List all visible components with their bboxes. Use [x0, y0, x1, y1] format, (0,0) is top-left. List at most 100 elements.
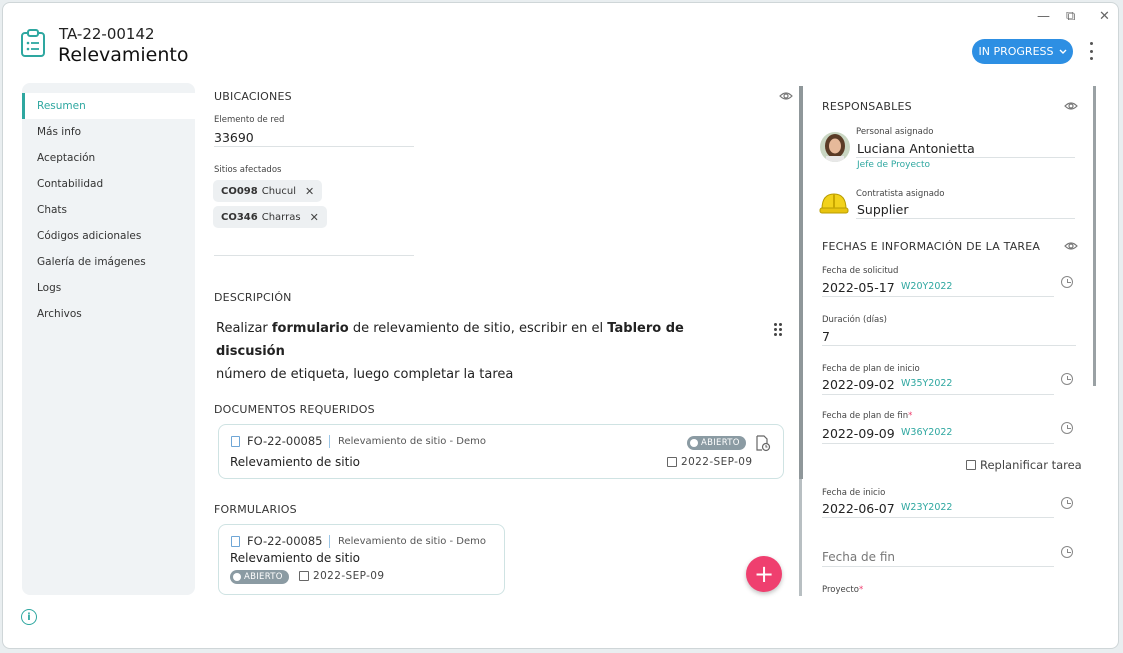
site-chip: CO098 Chucul ✕ [213, 180, 323, 202]
clock-icon[interactable] [1061, 373, 1073, 385]
remove-chip-icon[interactable]: ✕ [305, 185, 314, 198]
eye-icon[interactable] [1064, 241, 1078, 251]
task-code: TA-22-00142 [59, 25, 155, 43]
elemento-red-label: Elemento de red [214, 115, 285, 125]
section-title-documentos: DOCUMENTOS REQUERIDOS [214, 403, 375, 416]
clock-icon[interactable] [1061, 497, 1073, 509]
personal-role: Jefe de Proyecto [857, 160, 930, 170]
plan-inicio-label: Fecha de plan de inicio [822, 364, 920, 374]
sidebar-item-logs[interactable]: Logs [22, 275, 195, 301]
field-underline [214, 146, 414, 147]
clock-icon[interactable] [1061, 546, 1073, 558]
description-text[interactable]: Realizar formulario de relevamiento de s… [216, 317, 746, 386]
plan-fin-value[interactable]: 2022-09-09 [822, 426, 895, 441]
site-name: Chucul [261, 185, 296, 197]
form-name: Relevamiento de sitio [230, 551, 361, 565]
plan-inicio-week: W35Y2022 [901, 378, 953, 389]
fecha-fin-input[interactable]: Fecha de fin [822, 550, 895, 564]
solicitud-label: Fecha de solicitud [822, 266, 899, 276]
clipboard-icon [21, 29, 45, 57]
more-options-icon[interactable] [1087, 42, 1095, 60]
section-title-responsables: RESPONSABLES [822, 100, 912, 113]
eye-icon[interactable] [779, 91, 793, 101]
sidebar-item-mas-info[interactable]: Más info [22, 119, 195, 145]
contratista-label: Contratista asignado [856, 189, 945, 199]
page-title: Relevamiento [58, 44, 189, 66]
site-name: Charras [261, 211, 301, 223]
proyecto-label: Proyecto* [822, 585, 863, 595]
plan-inicio-value[interactable]: 2022-09-02 [822, 377, 895, 392]
sidebar-item-resumen[interactable]: Resumen [22, 93, 195, 119]
clock-icon[interactable] [1061, 422, 1073, 434]
remove-chip-icon[interactable]: ✕ [310, 211, 319, 224]
restore-button[interactable]: ⧉ [1066, 9, 1075, 24]
field-underline [822, 345, 1076, 346]
calendar-icon [299, 571, 309, 581]
status-dropdown[interactable]: IN PROGRESS [972, 39, 1073, 64]
section-title-formularios: FORMULARIOS [214, 503, 297, 516]
site-chip: CO346 Charras ✕ [213, 206, 327, 228]
info-icon[interactable]: i [21, 609, 37, 625]
document-sub: Relevamiento de sitio - Demo [338, 436, 487, 447]
document-icon [231, 436, 240, 447]
chevron-down-icon [1059, 49, 1066, 54]
field-underline [822, 566, 1054, 567]
clock-icon[interactable] [1061, 276, 1073, 288]
hardhat-icon [819, 193, 849, 214]
duracion-label: Duración (días) [822, 315, 887, 325]
solicitud-value[interactable]: 2022-05-17 [822, 280, 895, 295]
site-code: CO346 [221, 211, 258, 223]
sidebar-item-galeria[interactable]: Galería de imágenes [22, 249, 195, 275]
field-underline [856, 218, 1075, 219]
inicio-value[interactable]: 2022-06-07 [822, 501, 895, 516]
status-badge: ABIERTO [230, 570, 289, 584]
duracion-value[interactable]: 7 [822, 329, 830, 344]
status-label: IN PROGRESS [978, 45, 1054, 58]
contratista-name[interactable]: Supplier [857, 202, 909, 217]
status-text: ABIERTO [701, 438, 740, 448]
scrollbar[interactable] [1093, 86, 1096, 386]
plan-fin-label: Fecha de plan de fin* [822, 411, 912, 421]
document-name: Relevamiento de sitio [230, 455, 361, 469]
sidebar-item-archivos[interactable]: Archivos [22, 301, 195, 327]
field-underline [822, 443, 1054, 444]
eye-icon[interactable] [1064, 101, 1078, 111]
section-title-descripcion: DESCRIPCIÓN [214, 291, 292, 304]
add-fab-button[interactable]: + [746, 556, 782, 592]
edit-calendar-icon [966, 460, 976, 470]
avatar [820, 132, 850, 162]
sidebar-item-codigos[interactable]: Códigos adicionales [22, 223, 195, 249]
desc-part: Realizar [216, 321, 272, 336]
field-underline [822, 296, 1054, 297]
sidebar-item-contabilidad[interactable]: Contabilidad [22, 171, 195, 197]
field-underline [214, 255, 414, 256]
sidebar-item-chats[interactable]: Chats [22, 197, 195, 223]
close-button[interactable]: ✕ [1099, 9, 1110, 24]
form-code: FO-22-00085 [247, 534, 323, 548]
section-title-fechas: FECHAS E INFORMACIÓN DE LA TAREA [822, 240, 1041, 253]
separator [329, 535, 330, 548]
replanificar-button[interactable]: Replanificar tarea [966, 458, 1082, 472]
document-date: 2022-SEP-09 [681, 456, 753, 468]
minimize-button[interactable]: — [1037, 9, 1050, 24]
sidebar-item-aceptacion[interactable]: Aceptación [22, 145, 195, 171]
drag-handle-icon[interactable] [774, 323, 782, 336]
document-code: FO-22-00085 [247, 434, 323, 448]
file-clock-icon[interactable] [755, 435, 771, 452]
status-badge: ABIERTO [687, 436, 746, 450]
sidebar: Resumen Más info Aceptación Contabilidad… [22, 83, 195, 595]
form-card[interactable]: FO-22-00085 Relevamiento de sitio - Demo… [218, 524, 505, 595]
sitios-label: Sitios afectados [214, 165, 282, 175]
elemento-red-value[interactable]: 33690 [214, 130, 254, 145]
document-card[interactable]: FO-22-00085 Relevamiento de sitio - Demo… [218, 424, 784, 479]
inicio-week: W23Y2022 [901, 502, 953, 513]
replanificar-label: Replanificar tarea [980, 458, 1082, 472]
personal-name[interactable]: Luciana Antonietta [857, 141, 975, 156]
desc-part: número de etiqueta, luego completar la t… [216, 367, 514, 382]
field-underline [856, 157, 1075, 158]
scrollbar[interactable] [799, 86, 803, 479]
form-date: 2022-SEP-09 [313, 570, 385, 582]
plan-fin-label-text: Fecha de plan de fin [822, 411, 909, 421]
required-mark: * [908, 411, 913, 421]
personal-label: Personal asignado [856, 127, 934, 137]
